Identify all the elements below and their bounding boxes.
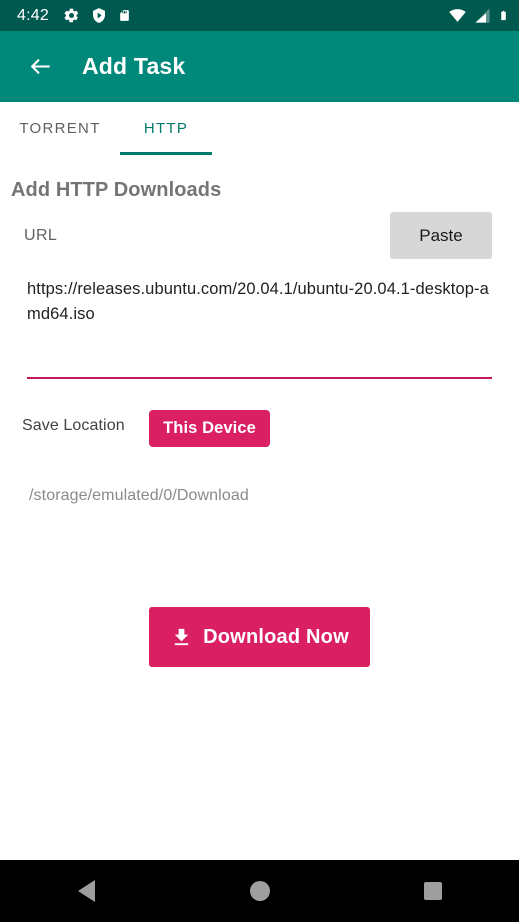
- back-button[interactable]: [20, 47, 60, 87]
- download-save-alt-icon: [174, 628, 189, 645]
- shield-play-icon: [92, 8, 105, 23]
- status-bar: 4:42: [0, 0, 519, 31]
- nav-home-button[interactable]: [220, 860, 300, 922]
- url-label: URL: [24, 227, 58, 244]
- status-bar-system-icons: [448, 7, 509, 24]
- status-bar-clock: 4:42: [17, 6, 49, 24]
- download-now-button[interactable]: Download Now: [149, 607, 370, 667]
- tab-http-label: HTTP: [143, 120, 189, 137]
- app-bar: Add Task: [0, 31, 519, 102]
- nav-recents-button[interactable]: [393, 860, 473, 922]
- url-input-value: https://releases.ubuntu.com/20.04.1/ubun…: [27, 280, 489, 323]
- battery-icon: [501, 10, 506, 21]
- tab-bar: TORRENT HTTP: [0, 102, 519, 155]
- home-circle-icon: [249, 881, 270, 901]
- page-title: Add Task: [82, 53, 186, 79]
- save-path-text: /storage/emulated/0/Download: [29, 487, 249, 504]
- android-nav-bar: [0, 860, 519, 922]
- nav-back-button[interactable]: [47, 860, 127, 922]
- this-device-button[interactable]: This Device: [149, 410, 270, 447]
- back-arrow-icon: [30, 59, 50, 74]
- save-location-row: Save Location This Device: [0, 407, 519, 447]
- tab-torrent[interactable]: TORRENT: [0, 102, 120, 155]
- url-input[interactable]: https://releases.ubuntu.com/20.04.1/ubun…: [27, 277, 492, 377]
- recents-square-icon: [423, 882, 442, 900]
- url-input-underline: [27, 377, 492, 379]
- http-form: Add HTTP Downloads URL Paste https://rel…: [0, 155, 519, 860]
- download-now-label: Download Now: [203, 625, 349, 648]
- cellular-signal-icon: [475, 8, 490, 23]
- sd-card-icon: [120, 10, 129, 21]
- gear-icon: [64, 8, 79, 23]
- status-bar-notification-icons: [63, 7, 131, 24]
- section-title: Add HTTP Downloads: [11, 179, 222, 201]
- tab-http[interactable]: HTTP: [120, 102, 212, 155]
- paste-button[interactable]: Paste: [390, 212, 492, 259]
- wifi-icon: [449, 9, 466, 22]
- tab-torrent-label: TORRENT: [19, 120, 101, 137]
- save-location-label: Save Location: [22, 417, 125, 434]
- back-triangle-icon: [78, 880, 95, 902]
- phone-screen: 4:42 Add Task TORRENT HTTP Add HTTP Down…: [0, 0, 519, 922]
